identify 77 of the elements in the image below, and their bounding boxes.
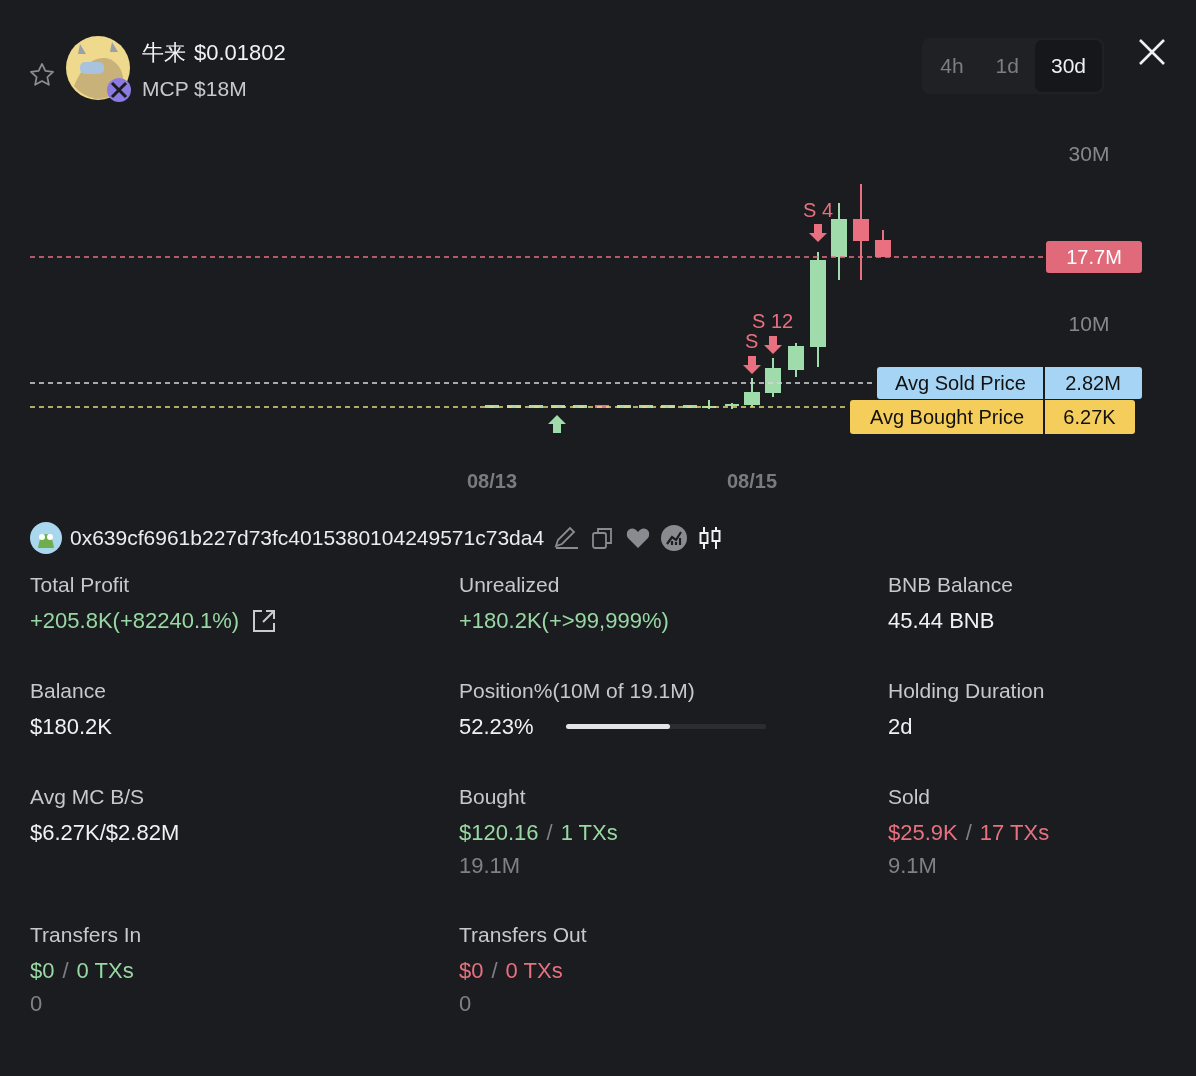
pencil-icon[interactable] xyxy=(552,524,581,552)
stat-label: Bought xyxy=(459,784,527,810)
stat-value: $25.9K xyxy=(888,819,958,847)
candlestick xyxy=(573,405,587,408)
timeframe-tab[interactable]: 4h xyxy=(924,40,980,92)
stat-label: Avg MC B/S xyxy=(30,784,145,810)
candlestick xyxy=(701,399,717,410)
close-button[interactable] xyxy=(1138,38,1166,66)
buy-arrow-icon xyxy=(548,415,566,433)
candlestick xyxy=(617,405,631,408)
stat-value: +180.2K(+>99,999%) xyxy=(459,607,669,635)
sell-marker-label: S 4 xyxy=(803,199,834,221)
external-link-icon[interactable] xyxy=(251,607,278,634)
stat-amount: 19.1M xyxy=(459,852,522,880)
axis-label: 08/15 xyxy=(726,470,778,492)
price-label: Avg Bought Price 6.27K xyxy=(850,399,1135,435)
axis-label: 08/13 xyxy=(466,470,518,492)
stat-value: $0 xyxy=(30,957,55,985)
candlestick xyxy=(661,405,675,408)
chart-circle-icon[interactable] xyxy=(660,524,689,552)
timeframe-tab[interactable]: 30d xyxy=(1034,40,1102,92)
wallet-avatar-icon xyxy=(30,522,62,554)
stat-amount: 0 xyxy=(30,990,44,1018)
sell-arrow-icon xyxy=(764,336,782,354)
stat-label: Position%(10M of 19.1M) xyxy=(459,678,696,704)
stat-value: 52.23% xyxy=(459,713,534,741)
candlestick xyxy=(507,405,521,408)
wallet-address: 0x639cf6961b227d73fc4015380104249571c73da4 xyxy=(70,525,545,552)
candlestick xyxy=(765,357,781,398)
stat-value: +205.8K(+82240.1%) xyxy=(30,607,240,635)
timeframe-tab[interactable]: 1d xyxy=(979,40,1035,92)
token-price: $0.01802 xyxy=(194,39,286,67)
token-name: 牛来 xyxy=(142,39,186,67)
price-label: 17.7M xyxy=(1046,241,1142,273)
stat-label: Total Profit xyxy=(30,572,131,598)
axis-label: 30M xyxy=(1068,142,1110,165)
sell-marker-label: S xyxy=(745,330,759,352)
price-label: Avg Sold Price 2.82M xyxy=(877,366,1142,400)
chain-badge-icon xyxy=(107,78,131,103)
stat-amount: 9.1M xyxy=(888,852,938,880)
candlestick xyxy=(485,405,499,408)
candlestick xyxy=(875,229,891,258)
candlestick xyxy=(529,405,543,408)
stat-label: Holding Duration xyxy=(888,678,1046,704)
stat-value: 2d xyxy=(888,713,913,741)
candlestick xyxy=(595,405,609,408)
axis-label: 10M xyxy=(1068,312,1110,335)
stat-label: Transfers Out xyxy=(459,922,588,948)
stat-label: BNB Balance xyxy=(888,572,1014,598)
stat-value: 17 TXs xyxy=(979,819,1050,847)
stat-label: Unrealized xyxy=(459,572,561,598)
stat-label: Sold xyxy=(888,784,932,810)
stat-label: Balance xyxy=(30,678,107,704)
stat-value: 0 TXs xyxy=(76,957,134,985)
stat-value: / xyxy=(546,819,553,847)
sell-marker-label: S 12 xyxy=(752,310,794,332)
stat-value: 45.44 BNB xyxy=(888,607,995,635)
stat-value: 0 TXs xyxy=(505,957,563,985)
stat-value: $0 xyxy=(459,957,484,985)
stat-amount: 0 xyxy=(459,990,473,1018)
stat-value: 1 TXs xyxy=(560,819,618,847)
candlestick xyxy=(683,405,697,408)
stat-value: $6.27K/$2.82M xyxy=(30,819,180,847)
stat-value: $120.16 xyxy=(459,819,539,847)
stat-value: $180.2K xyxy=(30,713,112,741)
candlestick xyxy=(724,402,740,410)
stat-value: / xyxy=(965,819,972,847)
candlestick xyxy=(551,405,565,408)
candlestick xyxy=(639,405,653,408)
stat-value: / xyxy=(62,957,69,985)
stat-value: / xyxy=(491,957,498,985)
market-cap: MCP $18M xyxy=(142,76,248,102)
sell-arrow-icon xyxy=(809,224,827,242)
candlestick xyxy=(788,342,804,378)
stat-label: Transfers In xyxy=(30,922,143,948)
sell-arrow-icon xyxy=(743,356,761,374)
candlestick xyxy=(744,377,760,408)
